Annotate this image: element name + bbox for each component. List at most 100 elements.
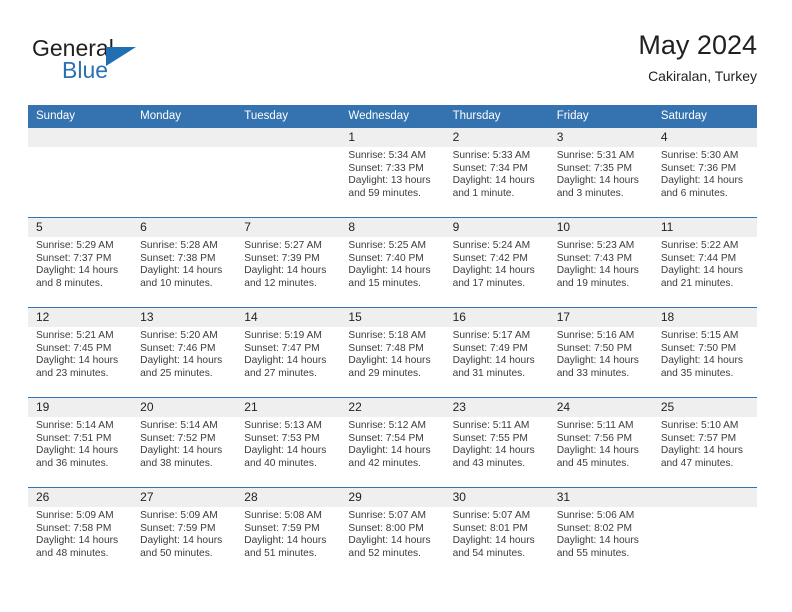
sunset-text: Sunset: 7:34 PM <box>452 162 528 174</box>
sunset-text: Sunset: 7:36 PM <box>660 162 737 174</box>
day-number: 7 <box>236 218 341 237</box>
daylight-text: Daylight: 14 hours and 45 minutes. <box>556 445 639 469</box>
day-cell[interactable]: 28 Sunrise: 5:08 AM Sunset: 7:59 PM Dayl… <box>236 488 341 577</box>
sunset-text: Sunset: 8:01 PM <box>452 522 528 534</box>
sunrise-text: Sunrise: 5:09 AM <box>36 510 114 521</box>
daylight-text: Daylight: 14 hours and 42 minutes. <box>348 445 431 469</box>
daylight-text: Daylight: 14 hours and 55 minutes. <box>556 535 639 559</box>
day-cell[interactable]: 2 Sunrise: 5:33 AM Sunset: 7:34 PM Dayli… <box>444 128 549 217</box>
sunrise-text: Sunrise: 5:28 AM <box>140 240 218 251</box>
day-cell[interactable]: 15 Sunrise: 5:18 AM Sunset: 7:48 PM Dayl… <box>340 308 445 397</box>
daylight-text: Daylight: 14 hours and 50 minutes. <box>140 535 223 559</box>
day-number: 22 <box>340 398 445 417</box>
sunset-text: Sunset: 7:50 PM <box>660 342 737 354</box>
day-cell[interactable]: 21 Sunrise: 5:13 AM Sunset: 7:53 PM Dayl… <box>236 398 341 487</box>
day-cell[interactable]: 25 Sunrise: 5:10 AM Sunset: 7:57 PM Dayl… <box>652 398 757 487</box>
day-info: Sunrise: 5:31 AM Sunset: 7:35 PM Dayligh… <box>549 147 653 200</box>
day-number: 8 <box>340 218 445 237</box>
day-cell[interactable]: 13 Sunrise: 5:20 AM Sunset: 7:46 PM Dayl… <box>132 308 237 397</box>
day-number: 4 <box>652 128 757 147</box>
sunset-text: Sunset: 7:50 PM <box>556 342 633 354</box>
sunrise-text: Sunrise: 5:08 AM <box>244 510 322 521</box>
weekday-header-friday: Friday <box>556 110 589 122</box>
day-info: Sunrise: 5:23 AM Sunset: 7:43 PM Dayligh… <box>549 237 653 290</box>
daylight-text: Daylight: 14 hours and 8 minutes. <box>36 265 119 289</box>
weeks-container: 1 Sunrise: 5:34 AM Sunset: 7:33 PM Dayli… <box>28 128 757 577</box>
day-number: 16 <box>444 308 549 327</box>
day-cell[interactable]: 3 Sunrise: 5:31 AM Sunset: 7:35 PM Dayli… <box>548 128 653 217</box>
sunrise-text: Sunrise: 5:13 AM <box>244 420 322 431</box>
day-cell[interactable]: 14 Sunrise: 5:19 AM Sunset: 7:47 PM Dayl… <box>236 308 341 397</box>
day-cell[interactable]: 8 Sunrise: 5:25 AM Sunset: 7:40 PM Dayli… <box>340 218 445 307</box>
day-number: 15 <box>340 308 445 327</box>
sunrise-text: Sunrise: 5:22 AM <box>660 240 739 251</box>
sunset-text: Sunset: 7:35 PM <box>556 162 633 174</box>
day-info: Sunrise: 5:24 AM Sunset: 7:42 PM Dayligh… <box>445 237 549 290</box>
sunrise-text: Sunrise: 5:14 AM <box>36 420 114 431</box>
daylight-text: Daylight: 14 hours and 33 minutes. <box>556 355 639 379</box>
sunrise-text: Sunrise: 5:09 AM <box>140 510 218 521</box>
daylight-text: Daylight: 14 hours and 48 minutes. <box>36 535 119 559</box>
day-cell[interactable]: 18 Sunrise: 5:15 AM Sunset: 7:50 PM Dayl… <box>652 308 757 397</box>
day-info: Sunrise: 5:16 AM Sunset: 7:50 PM Dayligh… <box>549 327 653 380</box>
day-info: Sunrise: 5:34 AM Sunset: 7:33 PM Dayligh… <box>340 147 444 200</box>
day-cell[interactable]: 24 Sunrise: 5:11 AM Sunset: 7:56 PM Dayl… <box>548 398 653 487</box>
day-cell[interactable]: 31 Sunrise: 5:06 AM Sunset: 8:02 PM Dayl… <box>548 488 653 577</box>
sunrise-text: Sunrise: 5:07 AM <box>348 510 427 521</box>
weekday-header-saturday: Saturday <box>660 110 707 122</box>
day-cell[interactable]: 1 Sunrise: 5:34 AM Sunset: 7:33 PM Dayli… <box>340 128 445 217</box>
sunset-text: Sunset: 7:55 PM <box>452 432 528 444</box>
sunrise-text: Sunrise: 5:18 AM <box>348 330 427 341</box>
sunset-text: Sunset: 8:02 PM <box>556 522 633 534</box>
day-cell[interactable]: 19 Sunrise: 5:14 AM Sunset: 7:51 PM Dayl… <box>28 398 133 487</box>
calendar-page: General Blue May 2024 Cakiralan, Turkey … <box>0 0 792 612</box>
sunrise-text: Sunrise: 5:15 AM <box>660 330 739 341</box>
day-cell[interactable]: 4 Sunrise: 5:30 AM Sunset: 7:36 PM Dayli… <box>652 128 757 217</box>
day-info: Sunrise: 5:15 AM Sunset: 7:50 PM Dayligh… <box>653 327 757 380</box>
day-cell[interactable]: 27 Sunrise: 5:09 AM Sunset: 7:59 PM Dayl… <box>132 488 237 577</box>
day-cell[interactable]: 22 Sunrise: 5:12 AM Sunset: 7:54 PM Dayl… <box>340 398 445 487</box>
day-info <box>132 147 236 150</box>
page-title: May 2024 <box>638 30 757 60</box>
day-cell[interactable]: 30 Sunrise: 5:07 AM Sunset: 8:01 PM Dayl… <box>444 488 549 577</box>
day-cell[interactable]: 11 Sunrise: 5:22 AM Sunset: 7:44 PM Dayl… <box>652 218 757 307</box>
day-number: 14 <box>236 308 341 327</box>
day-cell[interactable]: 29 Sunrise: 5:07 AM Sunset: 8:00 PM Dayl… <box>340 488 445 577</box>
sunrise-text: Sunrise: 5:25 AM <box>348 240 427 251</box>
sunset-text: Sunset: 7:40 PM <box>348 252 424 264</box>
daylight-text: Daylight: 13 hours and 59 minutes. <box>348 175 431 199</box>
day-cell[interactable]: 17 Sunrise: 5:16 AM Sunset: 7:50 PM Dayl… <box>548 308 653 397</box>
day-cell[interactable]: 20 Sunrise: 5:14 AM Sunset: 7:52 PM Dayl… <box>132 398 237 487</box>
day-number: 12 <box>28 308 133 327</box>
sunrise-text: Sunrise: 5:12 AM <box>348 420 427 431</box>
day-cell[interactable]: 6 Sunrise: 5:28 AM Sunset: 7:38 PM Dayli… <box>132 218 237 307</box>
daylight-text: Daylight: 14 hours and 35 minutes. <box>660 355 743 379</box>
day-info: Sunrise: 5:25 AM Sunset: 7:40 PM Dayligh… <box>340 237 444 290</box>
general-blue-logo[interactable]: General Blue <box>32 36 212 92</box>
day-number <box>236 128 341 147</box>
day-cell[interactable]: 12 Sunrise: 5:21 AM Sunset: 7:45 PM Dayl… <box>28 308 133 397</box>
day-number: 9 <box>444 218 549 237</box>
day-cell[interactable]: 7 Sunrise: 5:27 AM Sunset: 7:39 PM Dayli… <box>236 218 341 307</box>
daylight-text: Daylight: 14 hours and 1 minute. <box>452 175 535 199</box>
day-cell[interactable]: 5 Sunrise: 5:29 AM Sunset: 7:37 PM Dayli… <box>28 218 133 307</box>
day-info <box>236 147 340 150</box>
sunset-text: Sunset: 7:51 PM <box>36 432 112 444</box>
day-number: 17 <box>548 308 653 327</box>
weekday-header-wednesday: Wednesday <box>348 110 409 122</box>
day-info: Sunrise: 5:20 AM Sunset: 7:46 PM Dayligh… <box>132 327 236 380</box>
day-cell[interactable]: 26 Sunrise: 5:09 AM Sunset: 7:58 PM Dayl… <box>28 488 133 577</box>
sunset-text: Sunset: 7:42 PM <box>452 252 528 264</box>
day-cell[interactable]: 10 Sunrise: 5:23 AM Sunset: 7:43 PM Dayl… <box>548 218 653 307</box>
day-cell[interactable]: 9 Sunrise: 5:24 AM Sunset: 7:42 PM Dayli… <box>444 218 549 307</box>
sunrise-text: Sunrise: 5:06 AM <box>556 510 635 521</box>
day-info <box>653 507 757 510</box>
sunset-text: Sunset: 7:37 PM <box>36 252 112 264</box>
sunrise-text: Sunrise: 5:21 AM <box>36 330 114 341</box>
day-cell[interactable]: 23 Sunrise: 5:11 AM Sunset: 7:55 PM Dayl… <box>444 398 549 487</box>
day-number <box>28 128 133 147</box>
sunset-text: Sunset: 7:59 PM <box>140 522 216 534</box>
sunrise-text: Sunrise: 5:29 AM <box>36 240 114 251</box>
day-cell-empty <box>236 128 341 217</box>
day-cell[interactable]: 16 Sunrise: 5:17 AM Sunset: 7:49 PM Dayl… <box>444 308 549 397</box>
